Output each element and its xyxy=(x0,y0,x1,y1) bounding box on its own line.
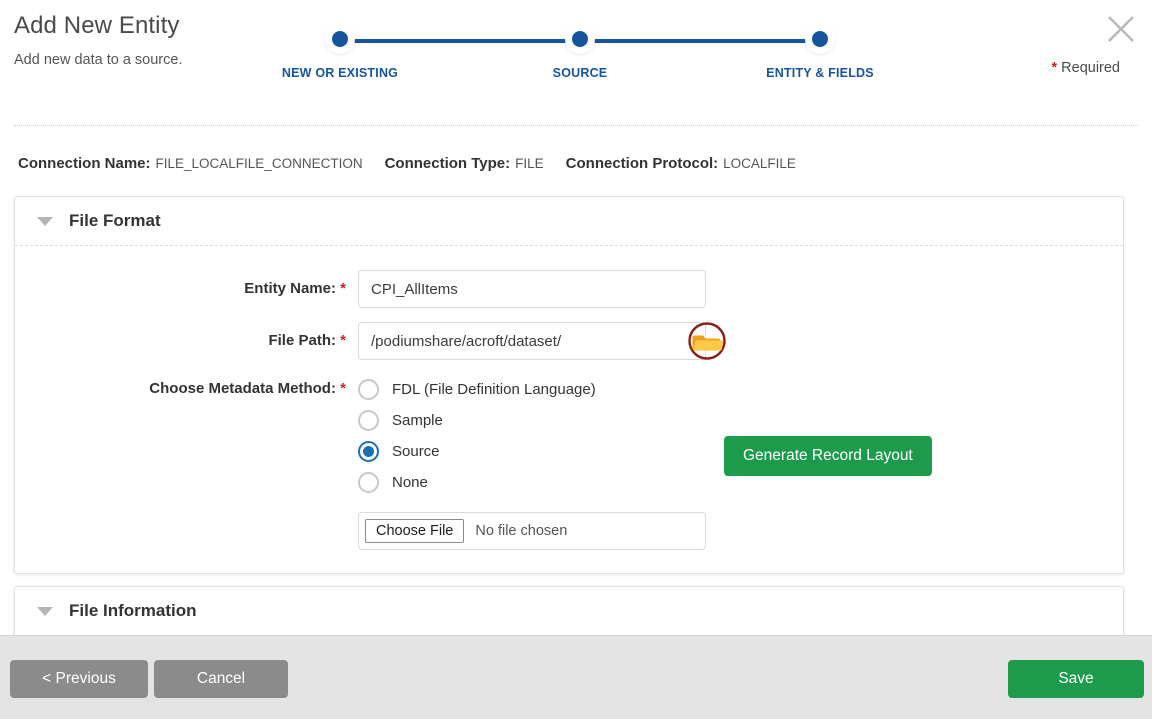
radio-label-none: None xyxy=(392,474,428,491)
radio-option-sample[interactable]: Sample xyxy=(358,405,706,436)
file-path-field-wrap xyxy=(358,322,726,360)
step-dot-icon xyxy=(567,26,593,52)
radio-icon-none[interactable] xyxy=(358,472,379,493)
form-row-metadata-method: Choose Metadata Method: * FDL (File Defi… xyxy=(15,374,1123,550)
form-row-file-path: File Path: * xyxy=(15,322,1123,360)
metadata-method-label-text: Choose Metadata Method: xyxy=(149,380,336,397)
cancel-button[interactable]: Cancel xyxy=(154,660,288,698)
connection-info-bar: Connection Name: FILE_LOCALFILE_CONNECTIO… xyxy=(18,155,818,172)
required-asterisk: * xyxy=(1051,60,1058,76)
connection-name-label: Connection Name: xyxy=(18,155,151,172)
radio-label-fdl: FDL (File Definition Language) xyxy=(392,381,596,398)
file-format-section-header[interactable]: File Format xyxy=(15,197,1123,246)
entity-name-label-text: Entity Name: xyxy=(244,280,336,297)
file-format-form: Entity Name: * File Path: * xyxy=(15,246,1123,550)
save-button[interactable]: Save xyxy=(1008,660,1144,698)
radio-label-source: Source xyxy=(392,443,440,460)
file-upload-control[interactable]: Choose File No file chosen xyxy=(358,512,706,550)
choose-file-button[interactable]: Choose File xyxy=(365,519,465,543)
step-dot-icon xyxy=(807,26,833,52)
connection-protocol-value: LOCALFILE xyxy=(723,156,796,171)
previous-button[interactable]: < Previous xyxy=(10,660,148,698)
page-title: Add New Entity xyxy=(14,12,180,39)
folder-icon[interactable] xyxy=(684,318,730,364)
page-subtitle: Add new data to a source. xyxy=(14,51,183,68)
stepper-step-new-or-existing[interactable]: NEW OR EXISTING xyxy=(280,26,400,80)
metadata-method-label: Choose Metadata Method: * xyxy=(15,374,358,404)
radio-option-source[interactable]: Source xyxy=(358,436,706,467)
step-dot-icon xyxy=(327,26,353,52)
entity-name-label: Entity Name: * xyxy=(15,270,358,308)
dialog-header: Add New Entity Add new data to a source.… xyxy=(0,0,1152,110)
required-legend-label: Required xyxy=(1061,60,1120,76)
connection-name-value: FILE_LOCALFILE_CONNECTION xyxy=(155,156,363,171)
required-asterisk: * xyxy=(340,380,346,397)
radio-label-sample: Sample xyxy=(392,412,443,429)
chevron-down-icon[interactable] xyxy=(37,606,53,616)
entity-name-input[interactable] xyxy=(358,270,706,308)
stepper-step-source[interactable]: SOURCE xyxy=(520,26,640,80)
metadata-method-radio-group: FDL (File Definition Language) Sample So… xyxy=(358,374,706,550)
stepper-step-label: ENTITY & FIELDS xyxy=(766,66,874,80)
required-asterisk: * xyxy=(340,332,346,349)
file-format-section-title: File Format xyxy=(69,211,161,230)
header-divider xyxy=(14,125,1138,126)
file-information-section-header[interactable]: File Information xyxy=(15,587,1123,636)
file-format-section: File Format Entity Name: * File Path: * xyxy=(14,196,1124,574)
file-information-section-title: File Information xyxy=(69,601,197,620)
stepper-step-entity-and-fields[interactable]: ENTITY & FIELDS xyxy=(760,26,880,80)
dialog-footer: < Previous Cancel Save xyxy=(0,635,1152,719)
connection-type-label: Connection Type: xyxy=(384,155,511,172)
connection-type-value: FILE xyxy=(515,156,544,171)
file-path-label: File Path: * xyxy=(15,322,358,360)
wizard-stepper: NEW OR EXISTING SOURCE ENTITY & FIELDS xyxy=(280,26,880,96)
generate-record-layout-button[interactable]: Generate Record Layout xyxy=(724,436,932,476)
radio-icon-sample[interactable] xyxy=(358,410,379,431)
radio-option-fdl[interactable]: FDL (File Definition Language) xyxy=(358,374,706,405)
required-legend: * Required xyxy=(1051,60,1120,76)
stepper-step-label: NEW OR EXISTING xyxy=(281,66,399,80)
form-row-entity-name: Entity Name: * xyxy=(15,270,1123,308)
radio-icon-fdl[interactable] xyxy=(358,379,379,400)
required-asterisk: * xyxy=(340,280,346,297)
radio-option-none[interactable]: None xyxy=(358,467,706,498)
connection-protocol-label: Connection Protocol: xyxy=(565,155,719,172)
chevron-down-icon[interactable] xyxy=(37,216,53,226)
radio-icon-source[interactable] xyxy=(358,441,379,462)
stepper-step-label: SOURCE xyxy=(552,66,608,80)
close-icon[interactable] xyxy=(1104,12,1138,46)
file-upload-status: No file chosen xyxy=(475,523,568,539)
title-block: Add New Entity Add new data to a source. xyxy=(14,12,182,68)
file-path-label-text: File Path: xyxy=(268,332,336,349)
file-path-input[interactable] xyxy=(358,322,706,360)
